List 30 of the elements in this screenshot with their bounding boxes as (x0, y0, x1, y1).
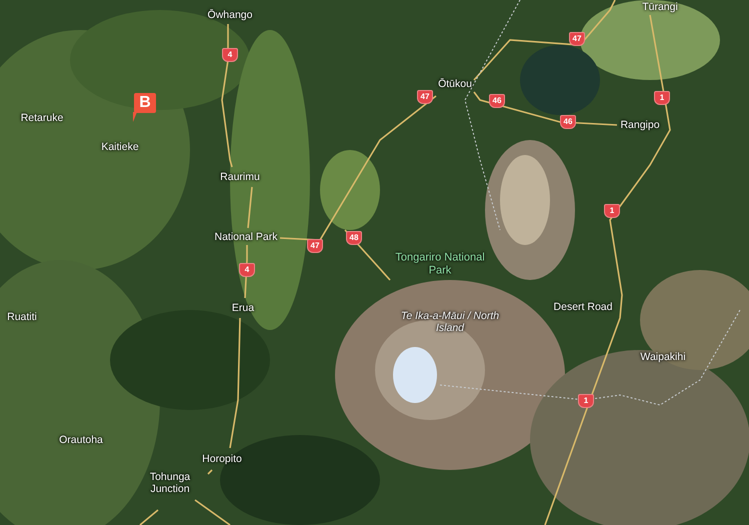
highway-shield: 4 (239, 263, 255, 277)
place-label: Ōtūkou (438, 78, 472, 90)
place-label: Erua (232, 302, 254, 314)
place-label: Tūrangi (642, 0, 678, 14)
pin-tail-icon (133, 112, 137, 122)
highway-shield: 46 (560, 115, 576, 129)
place-label: Orautoha (59, 434, 103, 446)
park-label: Tongariro National Park (394, 251, 486, 277)
place-label: Tohunga Junction (148, 470, 192, 496)
highway-shield: 4 (222, 48, 238, 62)
place-label: Raurimu (220, 170, 260, 184)
highway-shield: 46 (489, 94, 505, 108)
highway-shield: 48 (346, 231, 362, 245)
place-label: Horopito (202, 452, 242, 466)
place-label: National Park (214, 230, 278, 244)
highway-shield: 1 (604, 204, 620, 218)
place-label: Retaruke (20, 112, 64, 124)
place-label: Ruatiti (7, 310, 37, 324)
highway-shield: 47 (307, 239, 323, 253)
highway-shield: 47 (569, 32, 585, 46)
highway-shield: 1 (654, 91, 670, 105)
highway-shield: 1 (578, 394, 594, 408)
place-label: Ōwhango (208, 8, 252, 22)
place-label: Kaitieke (101, 140, 139, 154)
place-label: Waipakihi (640, 350, 686, 364)
highway-shield: 47 (417, 90, 433, 104)
place-label: Desert Road (554, 300, 612, 314)
region-label: Te Ika-a-Māui / North Island (400, 310, 500, 334)
place-label: Rangipo (620, 118, 660, 132)
map-pin[interactable]: B (134, 93, 156, 113)
